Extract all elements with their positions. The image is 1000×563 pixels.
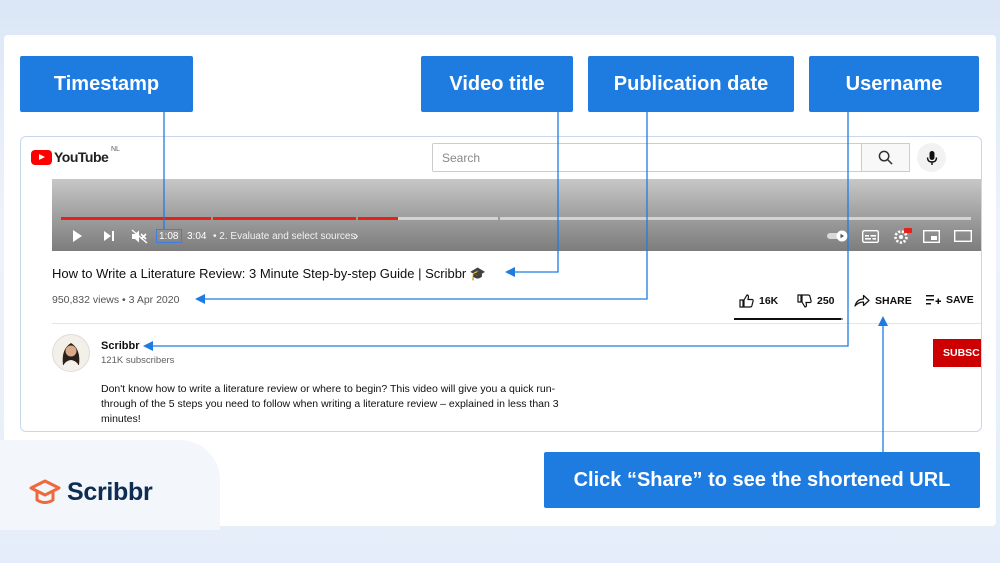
publication-date-label: Publication date <box>588 56 794 112</box>
username-arrow <box>143 111 849 351</box>
publication-date-arrow <box>195 111 648 304</box>
share-hint-label: Click “Share” to see the shortened URL <box>544 452 980 508</box>
timestamp-label: Timestamp <box>20 56 193 112</box>
graduation-cap-icon <box>29 479 61 504</box>
video-title-arrow <box>505 111 559 277</box>
username-label: Username <box>809 56 979 112</box>
video-title-label: Video title <box>421 56 573 112</box>
scribbr-logo-text: Scribbr <box>67 477 153 506</box>
scribbr-logo[interactable]: Scribbr <box>28 477 153 507</box>
